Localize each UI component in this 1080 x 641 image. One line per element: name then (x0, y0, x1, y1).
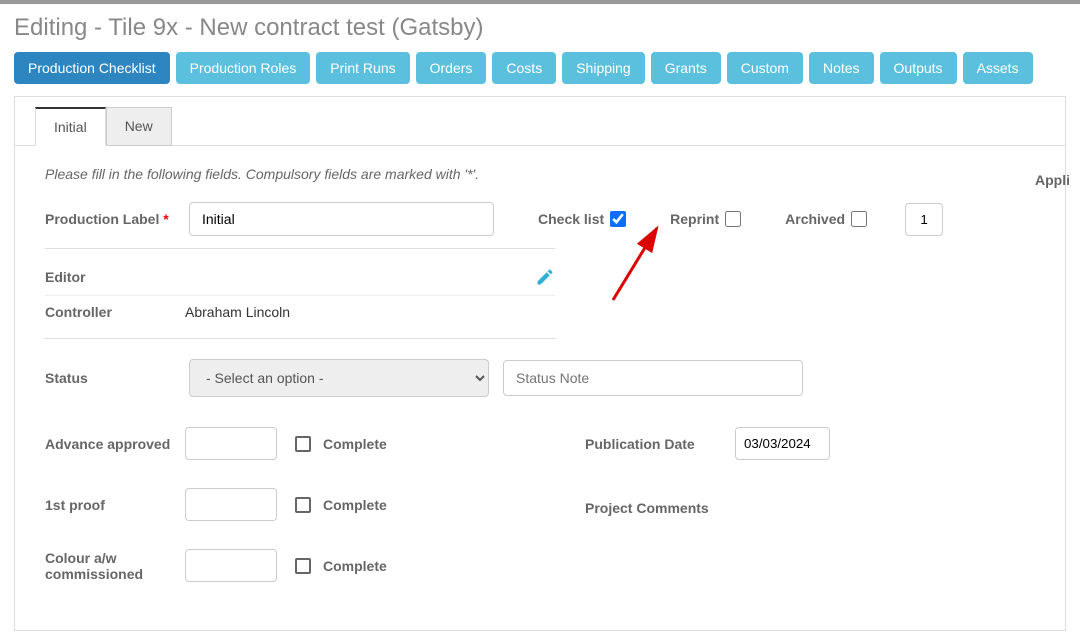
reprint-group: Reprint (670, 211, 741, 227)
task-row: Colour a/w commissioned Complete (45, 549, 525, 582)
sub-tabs: Initial New (15, 97, 1065, 146)
nav-notes[interactable]: Notes (809, 52, 874, 84)
archived-checkbox[interactable] (851, 211, 867, 227)
annotation-arrow-icon (563, 222, 663, 302)
task-complete-checkbox[interactable] (295, 497, 311, 513)
project-comments-label: Project Comments (585, 500, 735, 516)
people-block: Editor Controller Abraham Lincoln (45, 248, 555, 339)
editor-label: Editor (45, 269, 185, 285)
status-select[interactable]: - Select an option - (189, 359, 489, 397)
production-label-input[interactable] (189, 202, 494, 236)
archived-label: Archived (785, 211, 845, 227)
archived-group: Archived (785, 211, 867, 227)
task-input[interactable] (185, 427, 277, 460)
top-row: Production Label * Check list Reprint Ar… (45, 202, 1035, 236)
production-label-caption: Production Label * (45, 211, 175, 227)
task-label: Colour a/w commissioned (45, 550, 185, 582)
nav-shipping[interactable]: Shipping (562, 52, 645, 84)
task-complete-checkbox[interactable] (295, 436, 311, 452)
nav-production-roles[interactable]: Production Roles (176, 52, 311, 84)
tab-new[interactable]: New (106, 107, 172, 146)
controller-row: Controller Abraham Lincoln (45, 295, 555, 328)
editor-row: Editor (45, 259, 555, 295)
form-hint: Please fill in the following fields. Com… (45, 166, 1035, 182)
task-label: 1st proof (45, 497, 185, 513)
checklist-label: Check list (538, 211, 604, 227)
status-label: Status (45, 370, 175, 386)
publication-date-row: Publication Date (585, 427, 1035, 460)
controller-value: Abraham Lincoln (185, 304, 290, 320)
tab-content: Please fill in the following fields. Com… (15, 145, 1065, 630)
nav-print-runs[interactable]: Print Runs (316, 52, 409, 84)
task-complete-label: Complete (323, 558, 387, 574)
reprint-checkbox[interactable] (725, 211, 741, 227)
nav-production-checklist[interactable]: Production Checklist (14, 52, 170, 84)
nav-custom[interactable]: Custom (727, 52, 803, 84)
task-complete-label: Complete (323, 497, 387, 513)
task-complete-label: Complete (323, 436, 387, 452)
nav-outputs[interactable]: Outputs (880, 52, 957, 84)
nav-costs[interactable]: Costs (492, 52, 556, 84)
status-note-input[interactable] (503, 360, 803, 396)
nav-tabs: Production Checklist Production Roles Pr… (14, 52, 1066, 84)
task-input[interactable] (185, 549, 277, 582)
nav-assets[interactable]: Assets (963, 52, 1033, 84)
nav-grants[interactable]: Grants (651, 52, 721, 84)
publication-date-label: Publication Date (585, 436, 735, 452)
project-comments-row: Project Comments (585, 500, 1035, 516)
task-row: 1st proof Complete (45, 488, 525, 521)
task-input[interactable] (185, 488, 277, 521)
status-row: Status - Select an option - (45, 359, 1035, 397)
required-marker: * (163, 211, 168, 227)
reprint-label: Reprint (670, 211, 719, 227)
page-title: Editing - Tile 9x - New contract test (G… (14, 14, 1066, 42)
panel: Initial New Please fill in the following… (14, 96, 1066, 631)
right-cut-label: Appli (1035, 172, 1070, 188)
order-input[interactable] (905, 203, 943, 236)
task-complete-checkbox[interactable] (295, 558, 311, 574)
nav-orders[interactable]: Orders (416, 52, 487, 84)
task-row: Advance approved Complete (45, 427, 525, 460)
controller-label: Controller (45, 304, 185, 320)
task-label: Advance approved (45, 436, 185, 452)
publication-date-input[interactable] (735, 427, 830, 460)
checklist-group: Check list (538, 211, 626, 227)
checklist-checkbox[interactable] (610, 211, 626, 227)
edit-icon[interactable] (535, 267, 555, 287)
tab-initial[interactable]: Initial (35, 107, 106, 146)
